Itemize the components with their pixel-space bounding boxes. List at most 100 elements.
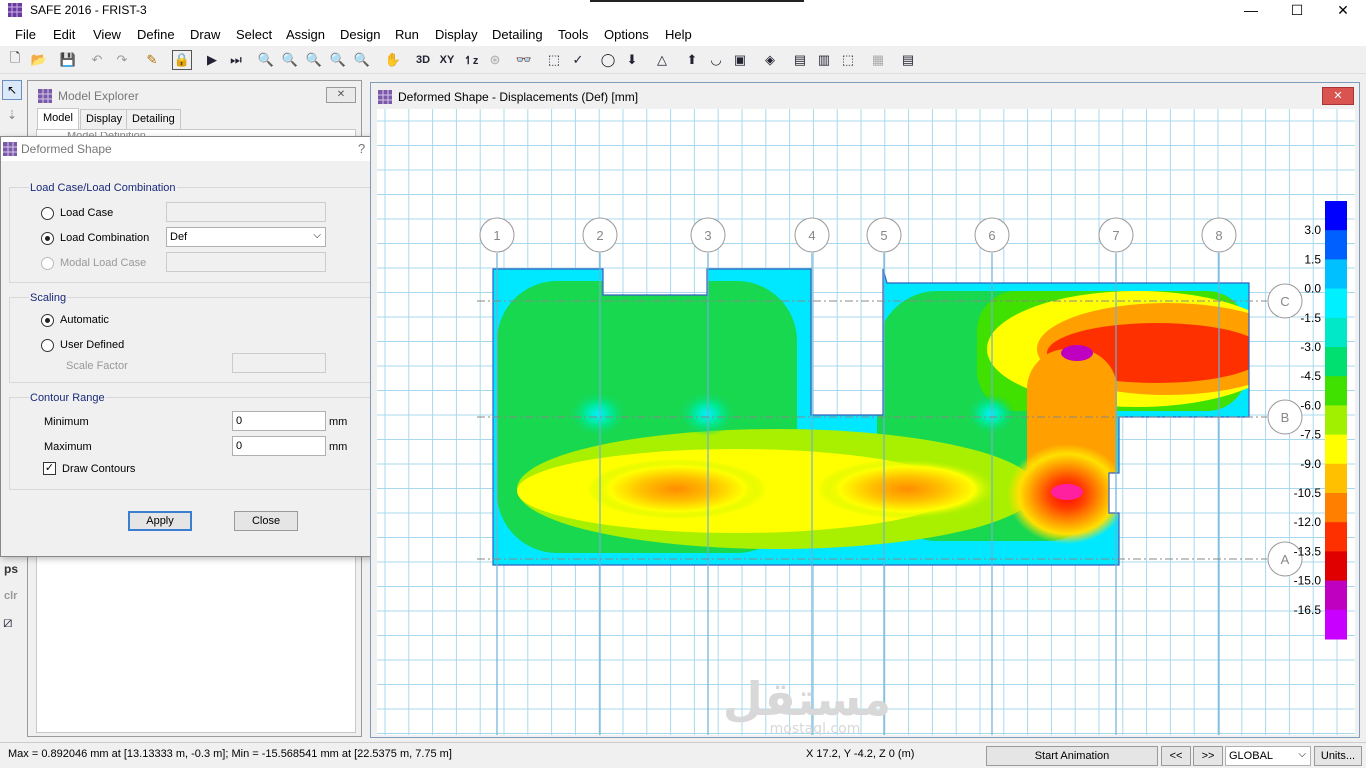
- frame-icon[interactable]: △: [652, 50, 672, 70]
- maximize-button[interactable]: ☐: [1274, 0, 1320, 22]
- check-icon[interactable]: ✓: [568, 50, 588, 70]
- close-button[interactable]: Close: [234, 511, 298, 531]
- undo-icon[interactable]: ↶: [87, 50, 107, 70]
- menu-design[interactable]: Design: [340, 27, 380, 42]
- view-icon: [378, 90, 392, 104]
- modal-load-case-select[interactable]: [166, 252, 326, 272]
- camera-icon[interactable]: ▣: [730, 50, 750, 70]
- modal-load-case-radio[interactable]: [41, 257, 54, 270]
- plot-area[interactable]: 1 2 3 4 5 6 7 8 C B A 3.0 1.5 0.0 -1.5 -3.0 -4.5 -6.0 -7.…: [377, 109, 1355, 737]
- rotate-icon[interactable]: ⊛: [485, 50, 505, 70]
- menu-options[interactable]: Options: [604, 27, 649, 42]
- menu-detailing[interactable]: Detailing: [492, 27, 543, 42]
- contour-purple-spot-1: [1061, 345, 1093, 361]
- start-animation-button[interactable]: Start Animation: [986, 746, 1158, 766]
- view-3d-button[interactable]: 3D: [413, 50, 433, 70]
- redo-icon[interactable]: ↷: [112, 50, 132, 70]
- menu-draw[interactable]: Draw: [190, 27, 220, 42]
- tab-model[interactable]: Model: [37, 108, 79, 129]
- menu-view[interactable]: View: [93, 27, 121, 42]
- load-combination-radio[interactable]: [41, 232, 54, 245]
- save-icon[interactable]: 💾: [58, 50, 78, 70]
- load-combination-select[interactable]: Def ⌵: [166, 227, 326, 247]
- tab-detailing[interactable]: Detailing: [126, 109, 181, 129]
- menu-tools[interactable]: Tools: [558, 27, 588, 42]
- menu-bar: File Edit View Define Draw Select Assign…: [0, 22, 1366, 46]
- deformed-shape-view: Deformed Shape - Displacements (Def) [mm…: [370, 82, 1360, 738]
- display-icon[interactable]: ◈: [760, 50, 780, 70]
- watermark: مستقل: [723, 672, 891, 726]
- zoom-fit-icon[interactable]: 🔍: [352, 50, 372, 70]
- grid-select-icon[interactable]: ⧄: [3, 614, 13, 631]
- zoom-restore-icon[interactable]: 🔍: [280, 50, 300, 70]
- user-defined-radio[interactable]: [41, 339, 54, 352]
- explorer-close-button[interactable]: ✕: [326, 87, 356, 103]
- scale-factor-input[interactable]: [232, 353, 326, 373]
- ps-tool[interactable]: ps: [4, 562, 18, 576]
- shape-icon[interactable]: ◡: [706, 50, 726, 70]
- load-case-radio[interactable]: [41, 207, 54, 220]
- select-icon[interactable]: ⬚: [544, 50, 564, 70]
- load-case-select[interactable]: [166, 202, 326, 222]
- run-all-icon[interactable]: ⏭: [226, 50, 246, 70]
- menu-display[interactable]: Display: [435, 27, 478, 42]
- units-button[interactable]: Units...: [1314, 746, 1362, 766]
- menu-assign[interactable]: Assign: [286, 27, 325, 42]
- coordinate-system-select[interactable]: GLOBAL ⌵: [1225, 746, 1311, 766]
- close-window-button[interactable]: ✕: [1320, 0, 1366, 22]
- menu-edit[interactable]: Edit: [53, 27, 75, 42]
- maximum-input[interactable]: 0: [232, 436, 326, 456]
- modal-load-case-label: Modal Load Case: [60, 257, 147, 269]
- menu-help[interactable]: Help: [665, 27, 692, 42]
- table-icon[interactable]: ▤: [898, 50, 918, 70]
- minimum-input[interactable]: 0: [232, 411, 326, 431]
- lock-icon[interactable]: 🔒: [172, 50, 192, 70]
- pencil-icon[interactable]: ✎: [142, 50, 162, 70]
- zoom-out-icon[interactable]: 🔍: [328, 50, 348, 70]
- menu-file[interactable]: File: [15, 27, 36, 42]
- zoom-in-icon[interactable]: 🔍: [304, 50, 324, 70]
- dialog-help-button[interactable]: ?: [358, 141, 365, 156]
- circle-icon[interactable]: ◯: [598, 50, 618, 70]
- load-icon[interactable]: ⬇: [622, 50, 642, 70]
- arrow-up-icon[interactable]: ⬆: [682, 50, 702, 70]
- view-close-button[interactable]: ✕: [1322, 87, 1354, 105]
- draw-contours-label: Draw Contours: [62, 463, 136, 475]
- menu-run[interactable]: Run: [395, 27, 419, 42]
- zoom-window-icon[interactable]: 🔍: [256, 50, 276, 70]
- legend-swatch: [1325, 230, 1347, 260]
- legend-swatch: [1325, 317, 1347, 348]
- contour-plot[interactable]: 1 2 3 4 5 6 7 8 C B A 3.0 1.5 0.0 -1.5 -3.0 -4.5 -6.0 -7.…: [377, 109, 1355, 737]
- new-file-icon[interactable]: 🗋: [5, 50, 25, 70]
- run-icon[interactable]: ▶: [202, 50, 222, 70]
- pointer-icon[interactable]: ↖: [2, 80, 22, 100]
- grid-icon[interactable]: ▦: [868, 50, 888, 70]
- legend-label: -15.0: [1294, 574, 1322, 588]
- view-rz-button[interactable]: ↿z: [461, 50, 481, 70]
- slab-icon[interactable]: ⬚: [838, 50, 858, 70]
- open-folder-icon[interactable]: 📂: [29, 50, 49, 70]
- glasses-icon[interactable]: 👓: [514, 50, 534, 70]
- beam-icon[interactable]: ▥: [814, 50, 834, 70]
- legend-label: -12.0: [1294, 515, 1322, 529]
- legend-swatch: [1325, 434, 1347, 465]
- coordinate-system-value: GLOBAL: [1229, 750, 1274, 762]
- status-bar: Max = 0.892046 mm at [13.13333 m, -0.3 m…: [0, 742, 1366, 768]
- grid-label-x: 1: [493, 228, 500, 243]
- menu-select[interactable]: Select: [236, 27, 272, 42]
- design-icon[interactable]: ▤: [790, 50, 810, 70]
- prev-frame-button[interactable]: <<: [1161, 746, 1191, 766]
- menu-define[interactable]: Define: [137, 27, 175, 42]
- title-divider: [590, 0, 804, 2]
- apply-button[interactable]: Apply: [128, 511, 192, 531]
- view-xy-button[interactable]: XY: [437, 50, 457, 70]
- pan-icon[interactable]: ✋: [383, 50, 403, 70]
- minimize-button[interactable]: —: [1228, 0, 1274, 22]
- clr-tool[interactable]: clr: [4, 590, 17, 602]
- automatic-radio[interactable]: [41, 314, 54, 327]
- pin-icon[interactable]: ⇣: [2, 106, 22, 126]
- next-frame-button[interactable]: >>: [1193, 746, 1223, 766]
- tab-display[interactable]: Display: [80, 109, 129, 129]
- draw-contours-checkbox[interactable]: ✓: [43, 462, 56, 475]
- contour-warm-zone-1: [587, 459, 767, 519]
